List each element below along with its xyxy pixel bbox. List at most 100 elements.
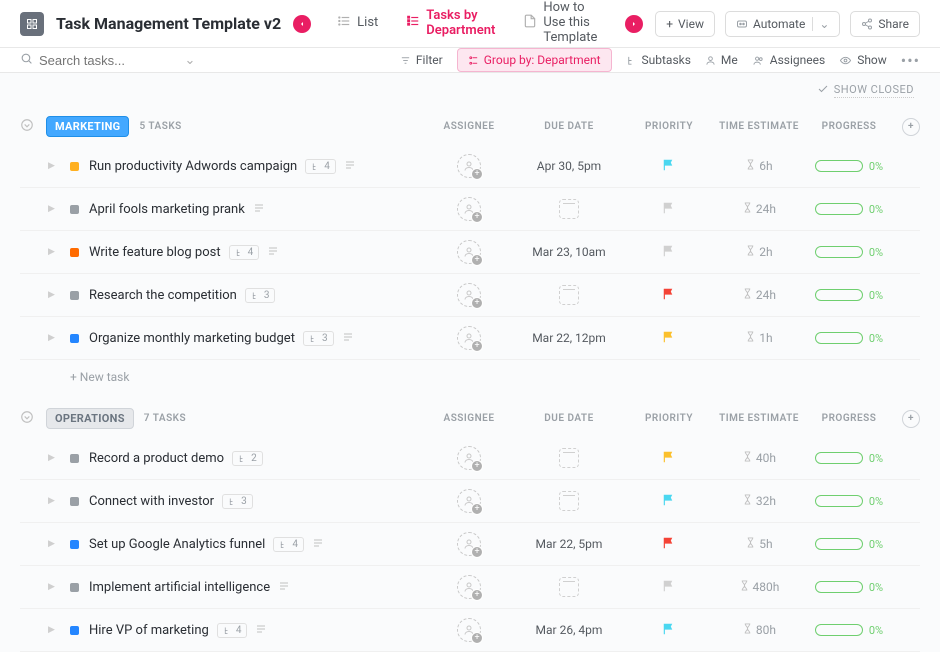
- expand-icon[interactable]: ▶: [48, 161, 60, 171]
- due-cell[interactable]: Mar 22, 12pm: [514, 331, 624, 345]
- task-row[interactable]: ▶ Write feature blog post 4 + Mar 23, 10…: [20, 231, 920, 274]
- subtask-chip[interactable]: 3: [222, 494, 253, 509]
- progress-cell[interactable]: 0%: [804, 624, 894, 637]
- assignee-cell[interactable]: +: [424, 489, 514, 513]
- estimate-cell[interactable]: 480h: [714, 580, 804, 594]
- task-row[interactable]: ▶ Set up Google Analytics funnel 4 + Mar…: [20, 523, 920, 566]
- estimate-cell[interactable]: 24h: [714, 202, 804, 216]
- assignee-placeholder-icon[interactable]: +: [457, 197, 481, 221]
- due-cell[interactable]: [514, 285, 624, 305]
- status-square[interactable]: [70, 205, 79, 214]
- status-square[interactable]: [70, 248, 79, 257]
- search-dropdown[interactable]: ⌄: [183, 53, 197, 68]
- due-cell[interactable]: [514, 577, 624, 597]
- subtask-chip[interactable]: 2: [232, 451, 263, 466]
- assignee-placeholder-icon[interactable]: +: [457, 489, 481, 513]
- expand-icon[interactable]: ▶: [48, 333, 60, 343]
- status-square[interactable]: [70, 162, 79, 171]
- expand-icon[interactable]: ▶: [48, 582, 60, 592]
- estimate-cell[interactable]: 2h: [714, 245, 804, 259]
- calendar-icon[interactable]: [559, 285, 579, 305]
- estimate-cell[interactable]: 80h: [714, 623, 804, 637]
- priority-cell[interactable]: [624, 287, 714, 304]
- calendar-icon[interactable]: [559, 491, 579, 511]
- task-row[interactable]: ▶ April fools marketing prank + 24h 0%: [20, 188, 920, 231]
- assignee-placeholder-icon[interactable]: +: [457, 154, 481, 178]
- nav-prev-button[interactable]: [293, 15, 311, 33]
- expand-icon[interactable]: ▶: [48, 204, 60, 214]
- assignee-cell[interactable]: +: [424, 283, 514, 307]
- progress-cell[interactable]: 0%: [804, 289, 894, 302]
- due-cell[interactable]: Apr 30, 5pm: [514, 159, 624, 173]
- task-row[interactable]: ▶ Hire VP of marketing 4 + Mar 26, 4pm 8…: [20, 609, 920, 652]
- new-task-button[interactable]: + New task: [20, 360, 920, 400]
- status-square[interactable]: [70, 540, 79, 549]
- assignee-cell[interactable]: +: [424, 197, 514, 221]
- assignee-placeholder-icon[interactable]: +: [457, 326, 481, 350]
- task-row[interactable]: ▶ Research the competition 3 + 24h 0%: [20, 274, 920, 317]
- assignee-cell[interactable]: +: [424, 575, 514, 599]
- priority-cell[interactable]: [624, 330, 714, 347]
- priority-cell[interactable]: [624, 493, 714, 510]
- assignee-cell[interactable]: +: [424, 618, 514, 642]
- assignee-cell[interactable]: +: [424, 532, 514, 556]
- subtask-chip[interactable]: 3: [245, 288, 276, 303]
- subtask-chip[interactable]: 4: [273, 537, 304, 552]
- estimate-cell[interactable]: 5h: [714, 537, 804, 551]
- task-row[interactable]: ▶ Record a product demo 2 + 40h 0%: [20, 437, 920, 480]
- nav-next-button[interactable]: [625, 15, 643, 33]
- expand-icon[interactable]: ▶: [48, 539, 60, 549]
- status-square[interactable]: [70, 291, 79, 300]
- due-cell[interactable]: [514, 448, 624, 468]
- due-cell[interactable]: [514, 491, 624, 511]
- progress-cell[interactable]: 0%: [804, 581, 894, 594]
- group-by-button[interactable]: Group by: Department: [457, 48, 612, 72]
- priority-cell[interactable]: [624, 450, 714, 467]
- assignee-cell[interactable]: +: [424, 154, 514, 178]
- calendar-icon[interactable]: [559, 448, 579, 468]
- assignee-placeholder-icon[interactable]: +: [457, 575, 481, 599]
- priority-cell[interactable]: [624, 244, 714, 261]
- progress-cell[interactable]: 0%: [804, 246, 894, 259]
- priority-cell[interactable]: [624, 201, 714, 218]
- status-square[interactable]: [70, 497, 79, 506]
- assignee-placeholder-icon[interactable]: +: [457, 618, 481, 642]
- share-button[interactable]: Share: [850, 11, 920, 37]
- assignee-placeholder-icon[interactable]: +: [457, 283, 481, 307]
- collapse-icon[interactable]: [20, 410, 36, 427]
- estimate-cell[interactable]: 32h: [714, 494, 804, 508]
- show-closed-toggle[interactable]: SHOW CLOSED: [0, 73, 940, 108]
- assignee-cell[interactable]: +: [424, 446, 514, 470]
- assignee-placeholder-icon[interactable]: +: [457, 240, 481, 264]
- department-badge[interactable]: Marketing: [46, 116, 129, 137]
- status-square[interactable]: [70, 334, 79, 343]
- due-cell[interactable]: Mar 22, 5pm: [514, 537, 624, 551]
- task-row[interactable]: ▶ Organize monthly marketing budget 3 + …: [20, 317, 920, 360]
- department-badge[interactable]: Operations: [46, 408, 134, 429]
- progress-cell[interactable]: 0%: [804, 160, 894, 173]
- more-menu-button[interactable]: •••: [901, 51, 920, 70]
- priority-cell[interactable]: [624, 579, 714, 596]
- calendar-icon[interactable]: [559, 577, 579, 597]
- priority-cell[interactable]: [624, 622, 714, 639]
- estimate-cell[interactable]: 40h: [714, 451, 804, 465]
- assignees-button[interactable]: Assignees: [752, 53, 825, 67]
- expand-icon[interactable]: ▶: [48, 247, 60, 257]
- expand-icon[interactable]: ▶: [48, 453, 60, 463]
- due-cell[interactable]: [514, 199, 624, 219]
- due-cell[interactable]: Mar 23, 10am: [514, 245, 624, 259]
- due-cell[interactable]: Mar 26, 4pm: [514, 623, 624, 637]
- subtasks-button[interactable]: Subtasks: [626, 53, 691, 67]
- tab-tasks-by-department[interactable]: Tasks by Department: [392, 0, 509, 52]
- filter-button[interactable]: Filter: [400, 53, 443, 67]
- calendar-icon[interactable]: [559, 199, 579, 219]
- add-column-button[interactable]: +: [902, 410, 920, 428]
- search-input[interactable]: [39, 53, 169, 68]
- progress-cell[interactable]: 0%: [804, 452, 894, 465]
- expand-icon[interactable]: ▶: [48, 290, 60, 300]
- progress-cell[interactable]: 0%: [804, 538, 894, 551]
- automate-button[interactable]: Automate ⌄: [725, 11, 840, 37]
- expand-icon[interactable]: ▶: [48, 625, 60, 635]
- subtask-chip[interactable]: 4: [305, 159, 336, 174]
- task-row[interactable]: ▶ Run productivity Adwords campaign 4 + …: [20, 145, 920, 188]
